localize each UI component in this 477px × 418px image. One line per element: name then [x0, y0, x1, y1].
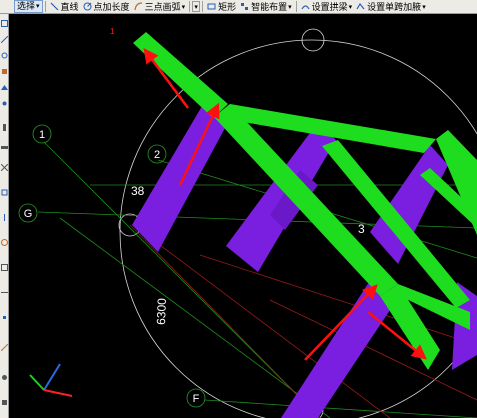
rect-label: 矩形 — [218, 2, 237, 12]
tool-icon[interactable] — [1, 20, 8, 27]
column — [281, 276, 398, 418]
chevron-down-icon[interactable]: ▾ — [182, 3, 186, 11]
ucs-z-axis — [43, 363, 61, 391]
axis-label-1[interactable]: 1 — [32, 124, 52, 144]
add-length-button[interactable]: 点加长度 — [81, 0, 132, 13]
set-arch-beam-label: 设置拱梁 — [311, 2, 348, 12]
three-point-arc-label: 三点画弧 — [144, 2, 181, 12]
chevron-down-icon: ▾ — [288, 3, 292, 11]
red-marker: 1 — [110, 27, 115, 36]
axis-label-text: 2 — [154, 149, 160, 161]
tool-icon[interactable] — [1, 314, 8, 321]
tool-icon[interactable] — [1, 239, 8, 246]
dimension-text-6300: 6300 — [154, 298, 169, 325]
toolbar-separator — [202, 1, 204, 12]
tool-icon[interactable] — [1, 84, 8, 91]
axis-label-text: 1 — [39, 129, 45, 141]
select-dropdown[interactable]: 选择 ▾ — [14, 0, 43, 13]
chevron-down-icon: ▾ — [422, 3, 426, 11]
more-dropdown[interactable]: ▾ — [192, 1, 201, 12]
ucs-x-axis — [43, 389, 73, 397]
tool-icon[interactable] — [1, 189, 8, 196]
left-toolbar — [0, 14, 9, 418]
tool-icon[interactable] — [1, 144, 8, 151]
ucs-y-axis — [29, 374, 45, 391]
single-span-icon — [356, 2, 365, 10]
tool-icon[interactable] — [1, 399, 8, 406]
arc-icon — [133, 2, 142, 11]
axis-label-G[interactable]: G — [18, 203, 38, 223]
tool-icon[interactable] — [1, 289, 8, 296]
dimension-text: 3 — [358, 222, 365, 236]
smart-layout-icon — [241, 3, 249, 10]
rect-button[interactable]: 矩形 — [205, 0, 238, 13]
viewport-3d[interactable]: 1 2 G F 38 3 6300 1 — [9, 14, 477, 418]
beam — [133, 32, 228, 118]
tool-icon[interactable] — [1, 214, 8, 221]
smart-layout-label: 智能布置 — [251, 2, 288, 12]
add-length-icon — [83, 2, 92, 11]
tool-icon[interactable] — [1, 52, 8, 59]
tool-icon[interactable] — [1, 164, 8, 171]
add-length-label: 点加长度 — [93, 2, 130, 12]
chevron-down-icon: ▾ — [348, 3, 353, 11]
toolbar-separator — [295, 1, 297, 12]
three-point-arc-button[interactable]: 三点画弧 ▾ — [132, 0, 188, 13]
smart-layout-button[interactable]: 智能布置 ▾ — [238, 0, 294, 13]
axis-label-text: F — [193, 393, 200, 405]
top-toolbar: 选择 ▾ 直线 点加长度 三点画弧 ▾ ▾ 矩形 智能布置 ▾ 设置拱梁 ▾ 设置单跨加… — [0, 0, 477, 14]
dimension-text: 38 — [131, 184, 145, 198]
line-label: 直线 — [60, 2, 79, 12]
rect-icon — [207, 3, 216, 10]
ucs-axis-icon — [29, 363, 73, 397]
arch-beam-icon — [301, 5, 310, 10]
set-single-span-button[interactable]: 设置单跨加腋 ▾ — [354, 0, 428, 13]
chevron-down-icon: ▾ — [36, 3, 40, 10]
axis-label-2[interactable]: 2 — [147, 144, 167, 164]
axis-label-text: G — [24, 208, 33, 220]
chevron-down-icon: ▾ — [194, 3, 198, 11]
toolbar-separator — [44, 1, 46, 12]
line-icon — [50, 2, 58, 11]
axis-label-F[interactable]: F — [186, 388, 206, 408]
tool-icon[interactable] — [1, 344, 8, 351]
toolbar-separator — [189, 1, 191, 12]
tool-icon[interactable] — [1, 68, 8, 75]
set-single-span-label: 设置单跨加腋 — [367, 2, 422, 12]
line-button[interactable]: 直线 — [48, 0, 81, 13]
tool-icon[interactable] — [1, 124, 8, 131]
tool-icon[interactable] — [1, 374, 8, 381]
set-arch-beam-button[interactable]: 设置拱梁 ▾ — [299, 0, 355, 13]
tool-icon[interactable] — [1, 264, 8, 271]
select-label: 选择 — [17, 1, 36, 11]
tool-icon[interactable] — [1, 36, 8, 43]
tool-icon[interactable] — [1, 100, 8, 107]
